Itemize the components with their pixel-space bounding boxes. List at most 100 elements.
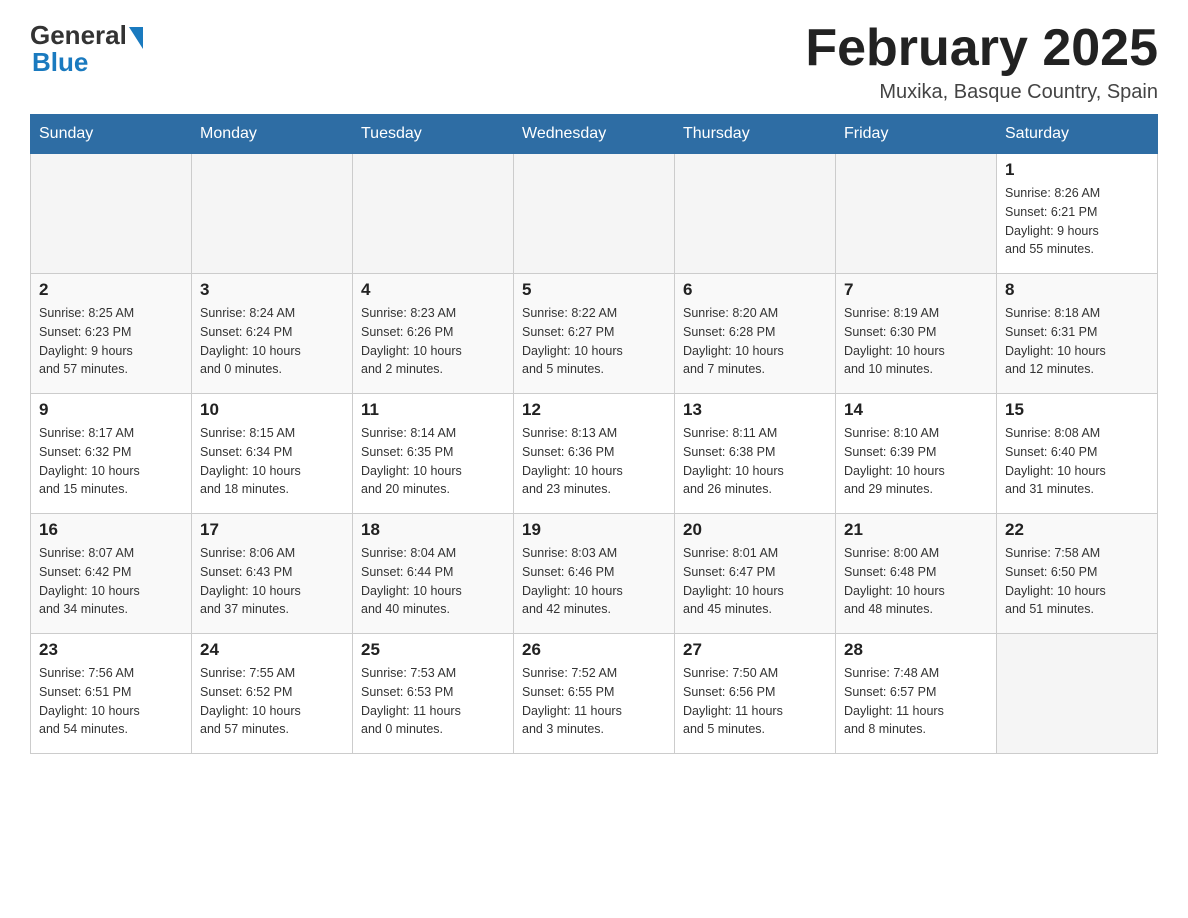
calendar-cell: 3 Sunrise: 8:24 AMSunset: 6:24 PMDaylight… <box>192 274 353 394</box>
day-number: 21 <box>844 520 988 540</box>
day-number: 9 <box>39 400 183 420</box>
calendar-cell: 2Sunrise: 8:25 AMSunset: 6:23 PMDaylight… <box>31 274 192 394</box>
day-info: Sunrise: 8:22 AMSunset: 6:27 PMDaylight:… <box>522 304 666 379</box>
logo-blue-text: Blue <box>32 47 88 78</box>
day-info: Sunrise: 7:52 AMSunset: 6:55 PMDaylight:… <box>522 664 666 739</box>
day-info: Sunrise: 8:17 AMSunset: 6:32 PMDaylight:… <box>39 424 183 499</box>
calendar-cell: 16 Sunrise: 8:07 AMSunset: 6:42 PMDayligh… <box>31 514 192 634</box>
calendar-cell: 7 Sunrise: 8:19 AMSunset: 6:30 PMDaylight… <box>836 274 997 394</box>
day-number: 5 <box>522 280 666 300</box>
calendar-cell: 6 Sunrise: 8:20 AMSunset: 6:28 PMDaylight… <box>675 274 836 394</box>
calendar-cell: 25 Sunrise: 7:53 AMSunset: 6:53 PMDayligh… <box>353 634 514 754</box>
calendar-week-row: 1 Sunrise: 8:26 AMSunset: 6:21 PMDaylight… <box>31 154 1158 274</box>
month-title: February 2025 <box>805 20 1158 77</box>
calendar-cell: 15 Sunrise: 8:08 AMSunset: 6:40 PMDayligh… <box>997 394 1158 514</box>
day-number: 15 <box>1005 400 1149 420</box>
day-info: Sunrise: 8:06 AMSunset: 6:43 PMDaylight:… <box>200 544 344 619</box>
day-info: Sunrise: 8:07 AMSunset: 6:42 PMDaylight:… <box>39 544 183 619</box>
day-info: Sunrise: 8:08 AMSunset: 6:40 PMDaylight:… <box>1005 424 1149 499</box>
day-info: Sunrise: 8:25 AMSunset: 6:23 PMDaylight:… <box>39 304 183 379</box>
day-info: Sunrise: 8:24 AMSunset: 6:24 PMDaylight:… <box>200 304 344 379</box>
calendar-cell: 19Sunrise: 8:03 AMSunset: 6:46 PMDayligh… <box>514 514 675 634</box>
day-number: 8 <box>1005 280 1149 300</box>
day-number: 28 <box>844 640 988 660</box>
calendar-cell: 23Sunrise: 7:56 AMSunset: 6:51 PMDayligh… <box>31 634 192 754</box>
day-number: 14 <box>844 400 988 420</box>
day-info: Sunrise: 8:00 AMSunset: 6:48 PMDaylight:… <box>844 544 988 619</box>
calendar-cell: 20 Sunrise: 8:01 AMSunset: 6:47 PMDayligh… <box>675 514 836 634</box>
calendar-cell: 28 Sunrise: 7:48 AMSunset: 6:57 PMDayligh… <box>836 634 997 754</box>
day-number: 17 <box>200 520 344 540</box>
day-number: 12 <box>522 400 666 420</box>
day-number: 27 <box>683 640 827 660</box>
calendar-cell: 8 Sunrise: 8:18 AMSunset: 6:31 PMDaylight… <box>997 274 1158 394</box>
day-info: Sunrise: 7:48 AMSunset: 6:57 PMDaylight:… <box>844 664 988 739</box>
day-info: Sunrise: 8:13 AMSunset: 6:36 PMDaylight:… <box>522 424 666 499</box>
calendar-header-saturday: Saturday <box>997 115 1158 154</box>
calendar-cell: 9 Sunrise: 8:17 AMSunset: 6:32 PMDaylight… <box>31 394 192 514</box>
day-number: 25 <box>361 640 505 660</box>
calendar-cell <box>353 154 514 274</box>
page-header: General Blue February 2025 Muxika, Basqu… <box>30 20 1158 104</box>
day-info: Sunrise: 7:56 AMSunset: 6:51 PMDaylight:… <box>39 664 183 739</box>
calendar-cell <box>192 154 353 274</box>
day-number: 24 <box>200 640 344 660</box>
calendar-cell: 14 Sunrise: 8:10 AMSunset: 6:39 PMDayligh… <box>836 394 997 514</box>
calendar-cell: 22 Sunrise: 7:58 AMSunset: 6:50 PMDayligh… <box>997 514 1158 634</box>
day-info: Sunrise: 8:15 AMSunset: 6:34 PMDaylight:… <box>200 424 344 499</box>
day-number: 11 <box>361 400 505 420</box>
calendar-cell: 12 Sunrise: 8:13 AMSunset: 6:36 PMDayligh… <box>514 394 675 514</box>
calendar-cell: 11 Sunrise: 8:14 AMSunset: 6:35 PMDayligh… <box>353 394 514 514</box>
logo-arrow-icon <box>129 27 143 49</box>
calendar-header-monday: Monday <box>192 115 353 154</box>
day-number: 22 <box>1005 520 1149 540</box>
calendar-cell: 5 Sunrise: 8:22 AMSunset: 6:27 PMDaylight… <box>514 274 675 394</box>
calendar-cell: 1 Sunrise: 8:26 AMSunset: 6:21 PMDaylight… <box>997 154 1158 274</box>
day-info: Sunrise: 8:10 AMSunset: 6:39 PMDaylight:… <box>844 424 988 499</box>
calendar-cell: 17 Sunrise: 8:06 AMSunset: 6:43 PMDayligh… <box>192 514 353 634</box>
day-info: Sunrise: 8:18 AMSunset: 6:31 PMDaylight:… <box>1005 304 1149 379</box>
day-number: 6 <box>683 280 827 300</box>
calendar-week-row: 9 Sunrise: 8:17 AMSunset: 6:32 PMDaylight… <box>31 394 1158 514</box>
calendar-cell: 21 Sunrise: 8:00 AMSunset: 6:48 PMDayligh… <box>836 514 997 634</box>
day-info: Sunrise: 7:58 AMSunset: 6:50 PMDaylight:… <box>1005 544 1149 619</box>
day-info: Sunrise: 8:26 AMSunset: 6:21 PMDaylight:… <box>1005 184 1149 259</box>
calendar-week-row: 2Sunrise: 8:25 AMSunset: 6:23 PMDaylight… <box>31 274 1158 394</box>
title-block: February 2025 Muxika, Basque Country, Sp… <box>805 20 1158 104</box>
calendar-cell <box>514 154 675 274</box>
calendar-cell <box>31 154 192 274</box>
calendar-cell: 27 Sunrise: 7:50 AMSunset: 6:56 PMDayligh… <box>675 634 836 754</box>
calendar-week-row: 16 Sunrise: 8:07 AMSunset: 6:42 PMDayligh… <box>31 514 1158 634</box>
day-number: 10 <box>200 400 344 420</box>
day-number: 20 <box>683 520 827 540</box>
day-info: Sunrise: 8:01 AMSunset: 6:47 PMDaylight:… <box>683 544 827 619</box>
calendar-cell <box>675 154 836 274</box>
day-number: 4 <box>361 280 505 300</box>
day-number: 7 <box>844 280 988 300</box>
day-info: Sunrise: 7:55 AMSunset: 6:52 PMDaylight:… <box>200 664 344 739</box>
calendar-header-wednesday: Wednesday <box>514 115 675 154</box>
day-info: Sunrise: 7:53 AMSunset: 6:53 PMDaylight:… <box>361 664 505 739</box>
calendar-table: SundayMondayTuesdayWednesdayThursdayFrid… <box>30 114 1158 754</box>
day-info: Sunrise: 8:14 AMSunset: 6:35 PMDaylight:… <box>361 424 505 499</box>
calendar-cell <box>836 154 997 274</box>
day-number: 18 <box>361 520 505 540</box>
calendar-header-thursday: Thursday <box>675 115 836 154</box>
day-info: Sunrise: 7:50 AMSunset: 6:56 PMDaylight:… <box>683 664 827 739</box>
day-number: 16 <box>39 520 183 540</box>
day-number: 19 <box>522 520 666 540</box>
location-subtitle: Muxika, Basque Country, Spain <box>805 81 1158 104</box>
calendar-cell: 13Sunrise: 8:11 AMSunset: 6:38 PMDayligh… <box>675 394 836 514</box>
calendar-cell: 4 Sunrise: 8:23 AMSunset: 6:26 PMDaylight… <box>353 274 514 394</box>
calendar-week-row: 23Sunrise: 7:56 AMSunset: 6:51 PMDayligh… <box>31 634 1158 754</box>
day-info: Sunrise: 8:20 AMSunset: 6:28 PMDaylight:… <box>683 304 827 379</box>
calendar-header-row: SundayMondayTuesdayWednesdayThursdayFrid… <box>31 115 1158 154</box>
day-number: 1 <box>1005 160 1149 180</box>
day-info: Sunrise: 8:23 AMSunset: 6:26 PMDaylight:… <box>361 304 505 379</box>
calendar-header-tuesday: Tuesday <box>353 115 514 154</box>
logo: General Blue <box>30 20 143 78</box>
calendar-cell <box>997 634 1158 754</box>
day-info: Sunrise: 8:19 AMSunset: 6:30 PMDaylight:… <box>844 304 988 379</box>
day-number: 3 <box>200 280 344 300</box>
calendar-cell: 26Sunrise: 7:52 AMSunset: 6:55 PMDayligh… <box>514 634 675 754</box>
